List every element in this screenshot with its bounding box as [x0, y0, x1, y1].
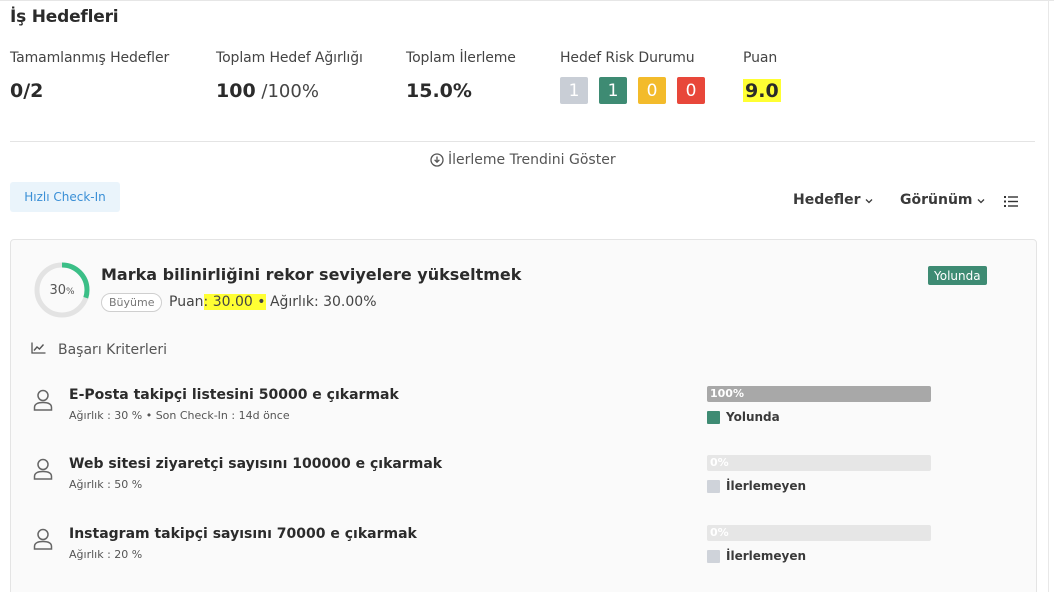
risk-box-off-track[interactable]: 0 — [677, 77, 705, 104]
view-dropdown-label: Görünüm — [900, 192, 973, 208]
status-dot — [707, 410, 720, 424]
top-border — [0, 0, 1054, 1]
status-label: İlerlemeyen — [726, 549, 807, 563]
goals-dropdown-label: Hedefler — [793, 192, 861, 208]
stat-label: Toplam Hedef Ağırlığı — [216, 50, 363, 66]
goal-title[interactable]: Marka bilinirliğini rekor seviyelere yük… — [101, 265, 521, 284]
view-dropdown[interactable]: Görünüm — [900, 192, 985, 208]
criteria-header-label: Başarı Kriterleri — [58, 342, 167, 358]
chevron-down-icon — [977, 192, 985, 208]
stat-value: 0/2 — [10, 80, 44, 102]
stat-total-progress: Toplam İlerleme 15.0% — [406, 50, 516, 102]
weight-unit: /100% — [255, 81, 319, 102]
key-result-progress-bar: 0% — [707, 525, 931, 541]
key-result-subtitle: Ağırlık : 30 % • Son Check-In : 14d önce — [69, 409, 290, 422]
status-dot — [707, 479, 720, 493]
status-label: İlerlemeyen — [726, 479, 807, 493]
stat-value: 9.0 — [743, 79, 781, 102]
progress-text: 0% — [710, 456, 729, 469]
weight-value: 100 — [216, 80, 256, 102]
key-result-title: E-Posta takipçi listesini 50000 e çıkarm… — [69, 387, 399, 403]
key-result-progress-bar: 100% — [707, 386, 931, 402]
chevron-down-icon — [865, 192, 873, 208]
risk-boxes: 1 1 0 0 — [560, 77, 705, 104]
progress-text: 0% — [710, 526, 729, 539]
goal-status-badge: Yolunda — [928, 266, 987, 285]
score-prefix: Puan — [169, 294, 204, 310]
stats-divider — [10, 141, 1035, 142]
success-criteria-header: Başarı Kriterleri — [31, 342, 167, 358]
goals-dropdown[interactable]: Hedefler — [793, 192, 873, 208]
key-result-progress-bar: 0% — [707, 455, 931, 471]
stat-score: Puan 9.0 — [743, 50, 781, 102]
progress-number: 30 — [49, 282, 66, 298]
stat-completed-goals: Tamamlanmış Hedefler 0/2 — [10, 50, 169, 102]
score-highlight: : 30.00 • — [203, 294, 266, 310]
key-result-status: İlerlemeyen — [707, 549, 806, 563]
stat-value: 100 /100% — [216, 80, 363, 102]
stat-total-weight: Toplam Hedef Ağırlığı 100 /100% — [216, 50, 363, 102]
key-result-subtitle: Ağırlık : 20 % — [69, 548, 143, 561]
status-dot — [707, 549, 720, 563]
key-result-status: Yolunda — [707, 410, 780, 424]
stat-label: Toplam İlerleme — [406, 50, 516, 66]
key-result-title: Web sitesi ziyaretçi sayısını 100000 e ç… — [69, 456, 443, 472]
progress-text: 100% — [710, 387, 744, 400]
weight-text: Ağırlık: 30.00% — [265, 294, 377, 310]
trend-toggle-label: İlerleme Trendini Göster — [448, 152, 616, 168]
stat-risk-status: Hedef Risk Durumu 1 1 0 0 — [560, 50, 705, 104]
key-result-subtitle: Ağırlık : 50 % — [69, 478, 143, 491]
key-result-row[interactable]: E-Posta takipçi listesini 50000 e çıkarm… — [0, 386, 1054, 437]
risk-box-at-risk[interactable]: 0 — [638, 77, 666, 104]
risk-box-on-track[interactable]: 1 — [599, 77, 627, 104]
stat-value: 15.0% — [406, 80, 472, 102]
status-label: Yolunda — [726, 410, 780, 424]
key-result-row[interactable]: Web sitesi ziyaretçi sayısını 100000 e ç… — [0, 455, 1054, 506]
goal-progress-label: 30% — [34, 262, 90, 318]
goal-tag: Büyüme — [101, 293, 163, 312]
page-title: İş Hedefleri — [10, 7, 119, 27]
user-avatar-icon — [33, 458, 53, 484]
key-result-status: İlerlemeyen — [707, 479, 806, 493]
list-icon[interactable] — [1004, 193, 1018, 212]
goal-meta: Puan: 30.00 • Ağırlık: 30.00% — [169, 294, 377, 310]
chart-line-icon — [31, 342, 46, 358]
key-result-row[interactable]: Instagram takipçi sayısını 70000 e çıkar… — [0, 525, 1054, 576]
progress-unit: % — [65, 286, 75, 297]
stat-label: Hedef Risk Durumu — [560, 50, 695, 66]
risk-box-neutral[interactable]: 1 — [560, 77, 588, 104]
user-avatar-icon — [33, 389, 53, 415]
show-progress-trend-button[interactable]: İlerleme Trendini Göster — [430, 152, 616, 168]
stat-label: Puan — [743, 50, 778, 66]
quick-check-in-button[interactable]: Hızlı Check-In — [10, 182, 120, 212]
key-result-title: Instagram takipçi sayısını 70000 e çıkar… — [69, 526, 417, 542]
stat-label: Tamamlanmış Hedefler — [10, 50, 170, 66]
download-circle-icon — [430, 153, 444, 167]
user-avatar-icon — [33, 528, 53, 554]
score-value: 9.0 — [743, 79, 781, 102]
